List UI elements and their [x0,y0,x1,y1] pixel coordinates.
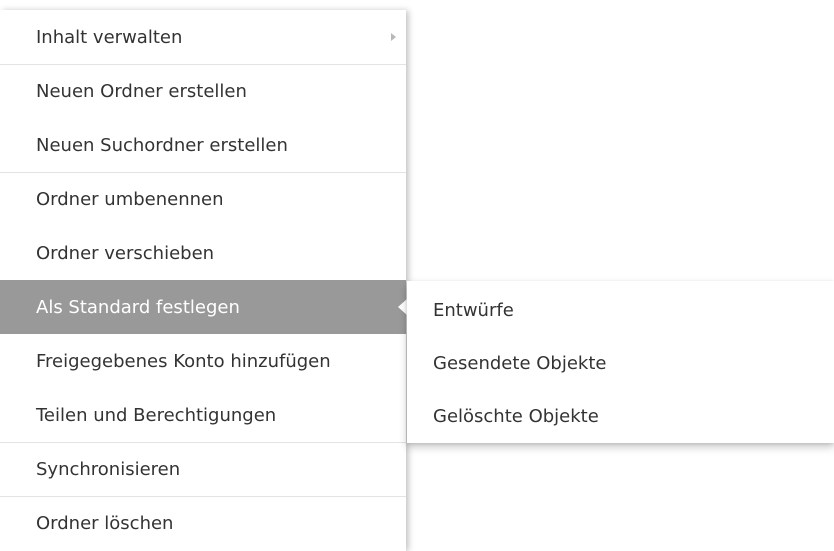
menu-item-label: Als Standard festlegen [36,296,240,318]
folder-context-menu: Inhalt verwalten Neuen Ordner erstellen … [0,10,407,551]
set-default-submenu: Entwürfe Gesendete Objekte Gelöschte Obj… [407,281,834,443]
menu-item-synchronize[interactable]: Synchronisieren [0,442,406,496]
submenu-item-deleted-items[interactable]: Gelöschte Objekte [407,390,834,443]
menu-item-add-shared-account[interactable]: Freigegebenes Konto hinzufügen [0,334,406,388]
chevron-right-icon [391,33,396,41]
caret-left-icon [398,299,407,315]
submenu-item-label: Entwürfe [433,300,514,321]
menu-item-label: Ordner verschieben [36,242,215,264]
menu-item-rename-folder[interactable]: Ordner umbenennen [0,172,406,226]
menu-item-manage-content[interactable]: Inhalt verwalten [0,10,406,64]
menu-item-label: Ordner löschen [36,513,174,534]
submenu-item-sent-items[interactable]: Gesendete Objekte [407,337,834,390]
menu-item-label: Synchronisieren [36,459,181,480]
screen: Inhalt verwalten Neuen Ordner erstellen … [0,0,834,551]
menu-item-set-as-default[interactable]: Als Standard festlegen [0,280,407,334]
submenu-item-label: Gesendete Objekte [433,353,607,374]
submenu-item-label: Gelöschte Objekte [433,406,599,427]
menu-item-delete-folder[interactable]: Ordner löschen [0,496,406,550]
menu-item-label: Freigegebenes Konto hinzufügen [36,350,331,372]
menu-item-label: Ordner umbenennen [36,189,224,210]
menu-item-new-folder[interactable]: Neuen Ordner erstellen [0,64,406,118]
menu-item-new-search-folder[interactable]: Neuen Suchordner erstellen [0,118,406,172]
menu-item-label: Neuen Suchordner erstellen [36,134,288,156]
menu-item-move-folder[interactable]: Ordner verschieben [0,226,406,280]
menu-item-label: Teilen und Berechtigungen [36,404,277,426]
menu-item-label: Inhalt verwalten [36,26,183,48]
menu-item-sharing-permissions[interactable]: Teilen und Berechtigungen [0,388,406,442]
menu-item-label: Neuen Ordner erstellen [36,81,247,102]
submenu-item-drafts[interactable]: Entwürfe [407,284,834,337]
